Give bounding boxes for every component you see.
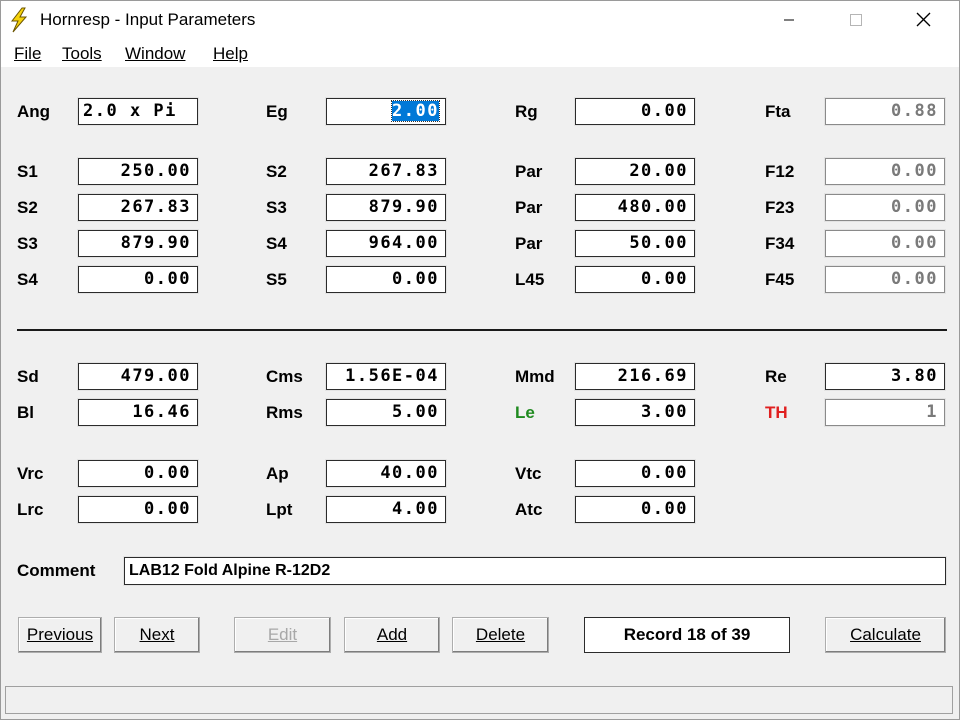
- param-label: Rg: [515, 102, 538, 121]
- param-field[interactable]: 3.00: [574, 398, 696, 427]
- param-field: 0.00: [824, 157, 946, 186]
- param-label: Cms: [266, 367, 303, 386]
- param-field[interactable]: 4.00: [325, 495, 447, 524]
- maximize-icon: [850, 14, 862, 26]
- param-label: F23: [765, 198, 795, 217]
- param-field[interactable]: 479.00: [77, 362, 199, 391]
- param-field[interactable]: 0.00: [77, 265, 199, 294]
- param-field[interactable]: 879.90: [325, 193, 447, 222]
- param-field[interactable]: 50.00: [574, 229, 696, 258]
- param-label: Lrc: [17, 500, 44, 519]
- menu-window[interactable]: Window: [125, 44, 185, 64]
- param-field: 0.00: [824, 229, 946, 258]
- param-label: Vrc: [17, 464, 44, 483]
- calculate-button[interactable]: Calculate: [825, 617, 946, 653]
- param-field[interactable]: 2.00: [325, 97, 447, 126]
- param-label: S4: [17, 270, 38, 289]
- maximize-button[interactable]: [832, 1, 878, 39]
- param-label: Sd: [17, 367, 39, 386]
- section-divider: [17, 329, 947, 331]
- param-field[interactable]: 0.00: [574, 265, 696, 294]
- param-label: S2: [17, 198, 38, 217]
- minimize-icon: [784, 19, 794, 21]
- close-icon: [916, 12, 931, 27]
- param-field[interactable]: 20.00: [574, 157, 696, 186]
- param-label: Fta: [765, 102, 791, 121]
- param-field[interactable]: 216.69: [574, 362, 696, 391]
- param-label: L45: [515, 270, 545, 289]
- menu-help[interactable]: Help: [213, 44, 248, 64]
- menu-tools[interactable]: Tools: [62, 44, 102, 64]
- param-label: F45: [765, 270, 795, 289]
- comment-field[interactable]: LAB12 Fold Alpine R-12D2: [123, 556, 947, 586]
- selected-text: 2.00: [391, 100, 440, 122]
- window-title: Hornresp - Input Parameters: [40, 10, 256, 29]
- param-label: S3: [266, 198, 287, 217]
- comment-label: Comment: [17, 561, 96, 580]
- param-field[interactable]: 0.00: [574, 495, 696, 524]
- param-field[interactable]: 2.0 x Pi: [77, 97, 199, 126]
- record-counter: Record 18 of 39: [584, 617, 790, 653]
- param-label: S5: [266, 270, 287, 289]
- status-bar: [5, 686, 953, 714]
- param-label: S2: [266, 162, 287, 181]
- param-label: Ap: [266, 464, 289, 483]
- param-field[interactable]: 480.00: [574, 193, 696, 222]
- param-field[interactable]: 267.83: [325, 157, 447, 186]
- param-label: Par: [515, 234, 543, 253]
- param-field: 0.88: [824, 97, 946, 126]
- title-bar[interactable]: Hornresp - Input Parameters: [1, 1, 959, 39]
- next-button[interactable]: Next: [114, 617, 200, 653]
- lightning-bolt-icon: [10, 7, 28, 33]
- param-label: Vtc: [515, 464, 542, 483]
- param-label: Bl: [17, 403, 34, 422]
- param-label: S1: [17, 162, 38, 181]
- param-label: Le: [515, 403, 535, 422]
- menu-bar: File Tools Window Help: [1, 39, 959, 67]
- param-field[interactable]: 16.46: [77, 398, 199, 427]
- param-label: F12: [765, 162, 795, 181]
- param-field[interactable]: 0.00: [574, 459, 696, 488]
- minimize-button[interactable]: [766, 1, 812, 39]
- param-label: TH: [765, 403, 788, 422]
- param-field[interactable]: 40.00: [325, 459, 447, 488]
- param-field[interactable]: 879.90: [77, 229, 199, 258]
- param-field[interactable]: 267.83: [77, 193, 199, 222]
- param-label: Atc: [515, 500, 543, 519]
- param-field[interactable]: 5.00: [325, 398, 447, 427]
- param-label: Mmd: [515, 367, 555, 386]
- param-field: 0.00: [824, 265, 946, 294]
- param-label: Ang: [17, 102, 51, 121]
- hornresp-window: Hornresp - Input Parameters File Tools W…: [0, 0, 960, 720]
- param-field[interactable]: 0.00: [77, 495, 199, 524]
- param-field[interactable]: 0.00: [325, 265, 447, 294]
- edit-button: Edit: [234, 617, 331, 653]
- close-button[interactable]: [900, 1, 946, 39]
- param-label: F34: [765, 234, 795, 253]
- param-field[interactable]: 3.80: [824, 362, 946, 391]
- menu-file[interactable]: File: [14, 44, 41, 64]
- add-button[interactable]: Add: [344, 617, 440, 653]
- delete-button[interactable]: Delete: [452, 617, 549, 653]
- param-label: Par: [515, 198, 543, 217]
- param-field: 1: [824, 398, 946, 427]
- param-label: S3: [17, 234, 38, 253]
- param-label: Rms: [266, 403, 303, 422]
- param-label: Lpt: [266, 500, 293, 519]
- param-field[interactable]: 0.00: [77, 459, 199, 488]
- param-label: Par: [515, 162, 543, 181]
- param-field[interactable]: 250.00: [77, 157, 199, 186]
- param-field: 0.00: [824, 193, 946, 222]
- param-field[interactable]: 964.00: [325, 229, 447, 258]
- param-label: Eg: [266, 102, 288, 121]
- param-field[interactable]: 1.56E-04: [325, 362, 447, 391]
- param-label: Re: [765, 367, 787, 386]
- param-field[interactable]: 0.00: [574, 97, 696, 126]
- param-label: S4: [266, 234, 287, 253]
- previous-button[interactable]: Previous: [18, 617, 102, 653]
